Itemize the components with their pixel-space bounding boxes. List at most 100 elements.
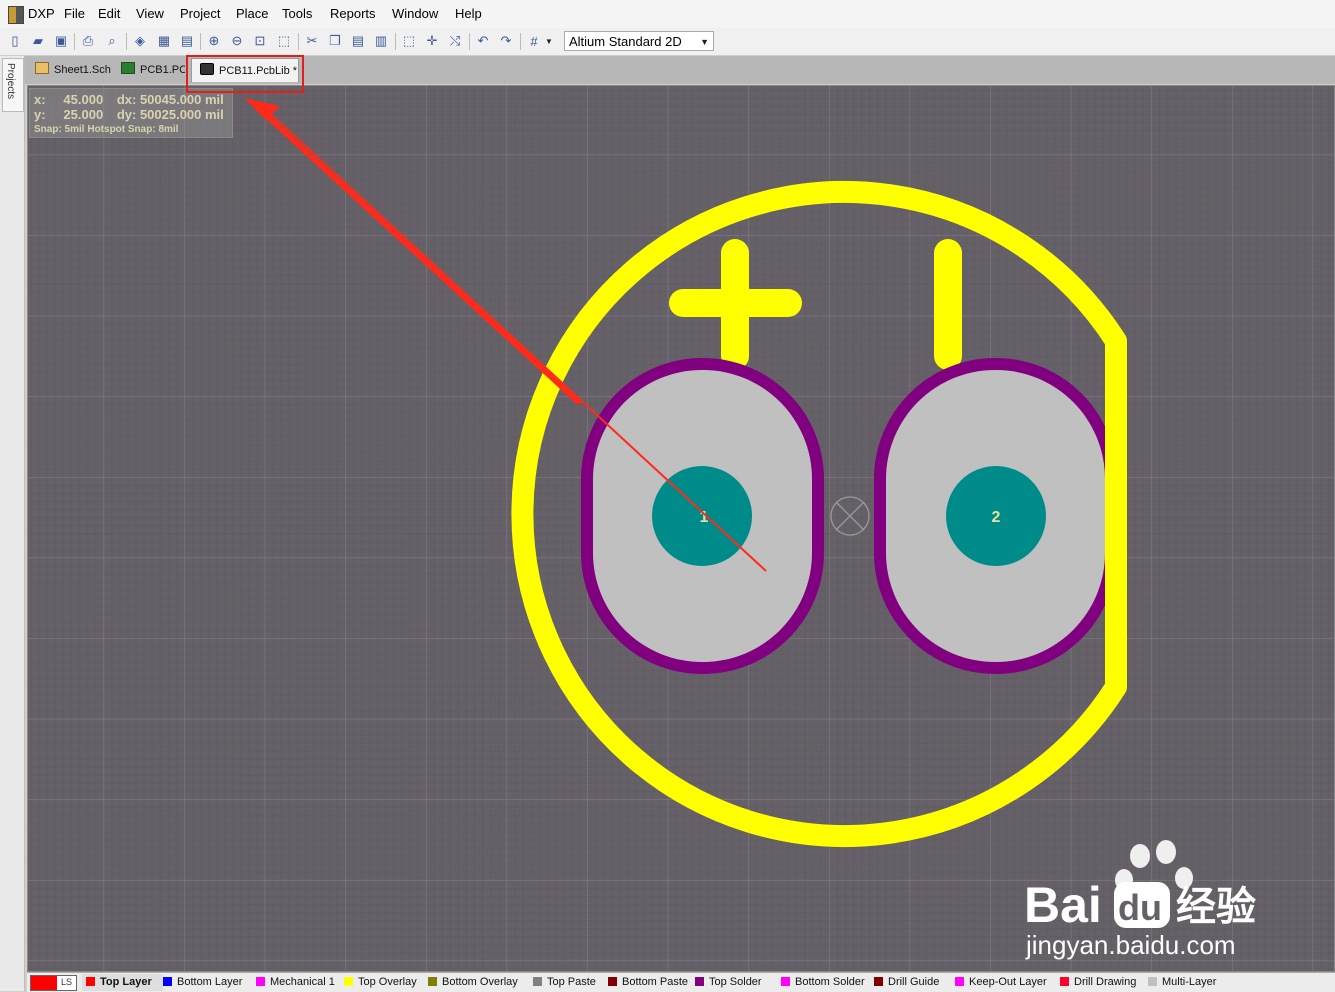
layer-color-swatch	[344, 977, 353, 986]
y-value: 25.000	[63, 107, 104, 122]
document-tab-bar: Sheet1.Sch PCB1.PCB PCB11.PcbLib *	[25, 56, 1335, 84]
pad-2-designator: 2	[992, 509, 1001, 526]
tab-pcb1-pcb[interactable]: PCB1.PCB	[117, 58, 185, 82]
layer-color-swatch	[695, 977, 704, 986]
board-icon[interactable]: ▦	[155, 32, 173, 50]
layer-tab-multi-layer[interactable]: Multi-Layer	[1144, 974, 1227, 991]
layer-color-swatch	[428, 977, 437, 986]
save-icon[interactable]: ▣	[52, 32, 70, 50]
layer-tab-top-layer[interactable]: Top Layer	[82, 974, 163, 991]
menu-edit[interactable]: Edit	[98, 6, 120, 21]
layer-label: Top Paste	[547, 976, 596, 988]
rubber-stamp-icon[interactable]: ▥	[372, 32, 390, 50]
layer-color-swatch	[256, 977, 265, 986]
watermark-brand-tail: du	[1118, 887, 1162, 928]
layer-tab-drill-drawing[interactable]: Drill Drawing	[1056, 974, 1148, 991]
x-value: 45.000	[63, 92, 104, 107]
layer-color-swatch	[608, 977, 617, 986]
menu-reports[interactable]: Reports	[330, 6, 376, 21]
pcb-icon	[121, 62, 135, 74]
layer-tab-bottom-solder[interactable]: Bottom Solder	[777, 974, 874, 991]
select-area-icon[interactable]: ⬚	[400, 32, 418, 50]
layer-label: Top Solder	[709, 976, 762, 988]
layer-tab-bottom-layer[interactable]: Bottom Layer	[159, 974, 256, 991]
layer-tab-bottom-overlay[interactable]: Bottom Overlay	[424, 974, 533, 991]
current-layer-indicator[interactable]: LS	[30, 975, 77, 991]
layer-label: Top Overlay	[358, 976, 417, 988]
layer-color-swatch	[781, 977, 790, 986]
projects-panel-tab[interactable]: Projects	[2, 58, 24, 112]
view-mode-select[interactable]: Altium Standard 2D ▼	[564, 31, 714, 51]
menu-window[interactable]: Window	[392, 6, 438, 21]
layer-color-swatch	[1060, 977, 1069, 986]
zoom-in-icon[interactable]: ⊕	[205, 32, 223, 50]
redo-icon[interactable]: ↷	[497, 32, 515, 50]
menu-view[interactable]: View	[136, 6, 164, 21]
layer-tab-bottom-paste[interactable]: Bottom Paste	[604, 974, 695, 991]
dx-label: dx:	[116, 92, 137, 107]
layer-tab-top-paste[interactable]: Top Paste	[529, 974, 608, 991]
coordinate-readout: x: 45.000 dx: 50045.000 mil y: 25.000 dy…	[29, 88, 233, 138]
tab-sheet1-sch[interactable]: Sheet1.Sch	[31, 58, 117, 82]
layer-tab-keep-out-layer[interactable]: Keep-Out Layer	[951, 974, 1060, 991]
zoom-out-icon[interactable]: ⊖	[228, 32, 246, 50]
x-label: x:	[34, 92, 46, 107]
menu-dxp[interactable]: DXP	[28, 6, 55, 21]
deselect-icon[interactable]: ⤭	[446, 32, 464, 50]
move-icon[interactable]: ✛	[423, 32, 441, 50]
grid-icon[interactable]: #	[525, 32, 543, 50]
layer-tab-top-overlay[interactable]: Top Overlay	[340, 974, 428, 991]
ls-label: LS	[61, 977, 73, 987]
dy-label: dy:	[116, 107, 137, 122]
layer-label: Bottom Solder	[795, 976, 865, 988]
layer-tab-drill-guide[interactable]: Drill Guide	[870, 974, 955, 991]
layer-label: Keep-Out Layer	[969, 976, 1047, 988]
dx-value: 50045.000 mil	[139, 92, 224, 107]
menu-help[interactable]: Help	[455, 6, 482, 21]
paste-icon[interactable]: ▤	[349, 32, 367, 50]
layer-label: Bottom Paste	[622, 976, 689, 988]
menu-place[interactable]: Place	[236, 6, 269, 21]
zoom-fit-icon[interactable]: ⊡	[251, 32, 269, 50]
new-file-icon[interactable]: ▯	[6, 32, 24, 50]
pcblib-icon	[200, 63, 214, 75]
layer-label: Mechanical 1	[270, 976, 335, 988]
layer-label: Bottom Layer	[177, 976, 243, 988]
layer-label: Top Layer	[100, 976, 152, 988]
menu-bar: DXP File Edit View Project Place Tools R…	[0, 0, 1335, 29]
undo-icon[interactable]: ↶	[474, 32, 492, 50]
layer-color-swatch	[163, 977, 172, 986]
layer-label: Drill Guide	[888, 976, 940, 988]
layer-label: Bottom Overlay	[442, 976, 518, 988]
watermark-cn: 经验	[1176, 884, 1256, 930]
tab-pcb11-pcblib[interactable]: PCB11.PcbLib *	[191, 58, 299, 82]
print-preview-icon[interactable]: ⌕	[103, 32, 121, 50]
copy-icon[interactable]: ❐	[326, 32, 344, 50]
side-panel: Projects	[0, 56, 25, 991]
cut-icon[interactable]: ✂	[303, 32, 321, 50]
dxp-logo-icon[interactable]	[8, 6, 24, 24]
view-mode-value: Altium Standard 2D	[569, 34, 682, 49]
baidu-jingyan-watermark: Bai du 经验 jingyan.baidu.com	[1024, 840, 1256, 960]
open-folder-icon[interactable]: ▰	[29, 32, 47, 50]
layer-color-swatch	[533, 977, 542, 986]
grid-dropdown-icon[interactable]: ▼	[544, 32, 554, 50]
toolbar: ▯ ▰ ▣ ⎙ ⌕ ◈ ▦ ▤ ⊕ ⊖ ⊡ ⬚ ✂ ❐ ▤ ▥ ⬚ ✛ ⤭ ↶ …	[0, 28, 1335, 56]
layer-color-swatch	[955, 977, 964, 986]
menu-project[interactable]: Project	[180, 6, 220, 21]
layer-tab-top-solder[interactable]: Top Solder	[691, 974, 781, 991]
layer-label: Multi-Layer	[1162, 976, 1217, 988]
layer-color-swatch	[1148, 977, 1157, 986]
layer-label: Drill Drawing	[1074, 976, 1137, 988]
zoom-area-icon[interactable]: ⬚	[275, 32, 293, 50]
tab-label: PCB11.PcbLib *	[219, 65, 298, 77]
layer-tab-mechanical-1[interactable]: Mechanical 1	[252, 974, 344, 991]
menu-file[interactable]: File	[64, 6, 85, 21]
print-icon[interactable]: ⎙	[79, 32, 97, 50]
library-icon[interactable]: ▤	[178, 32, 196, 50]
layers-icon[interactable]: ◈	[131, 32, 149, 50]
tab-label: PCB1.PCB	[140, 64, 185, 76]
y-label: y:	[34, 107, 46, 122]
menu-tools[interactable]: Tools	[282, 6, 312, 21]
snap-info: Snap: 5mil Hotspot Snap: 8mil	[34, 124, 179, 135]
